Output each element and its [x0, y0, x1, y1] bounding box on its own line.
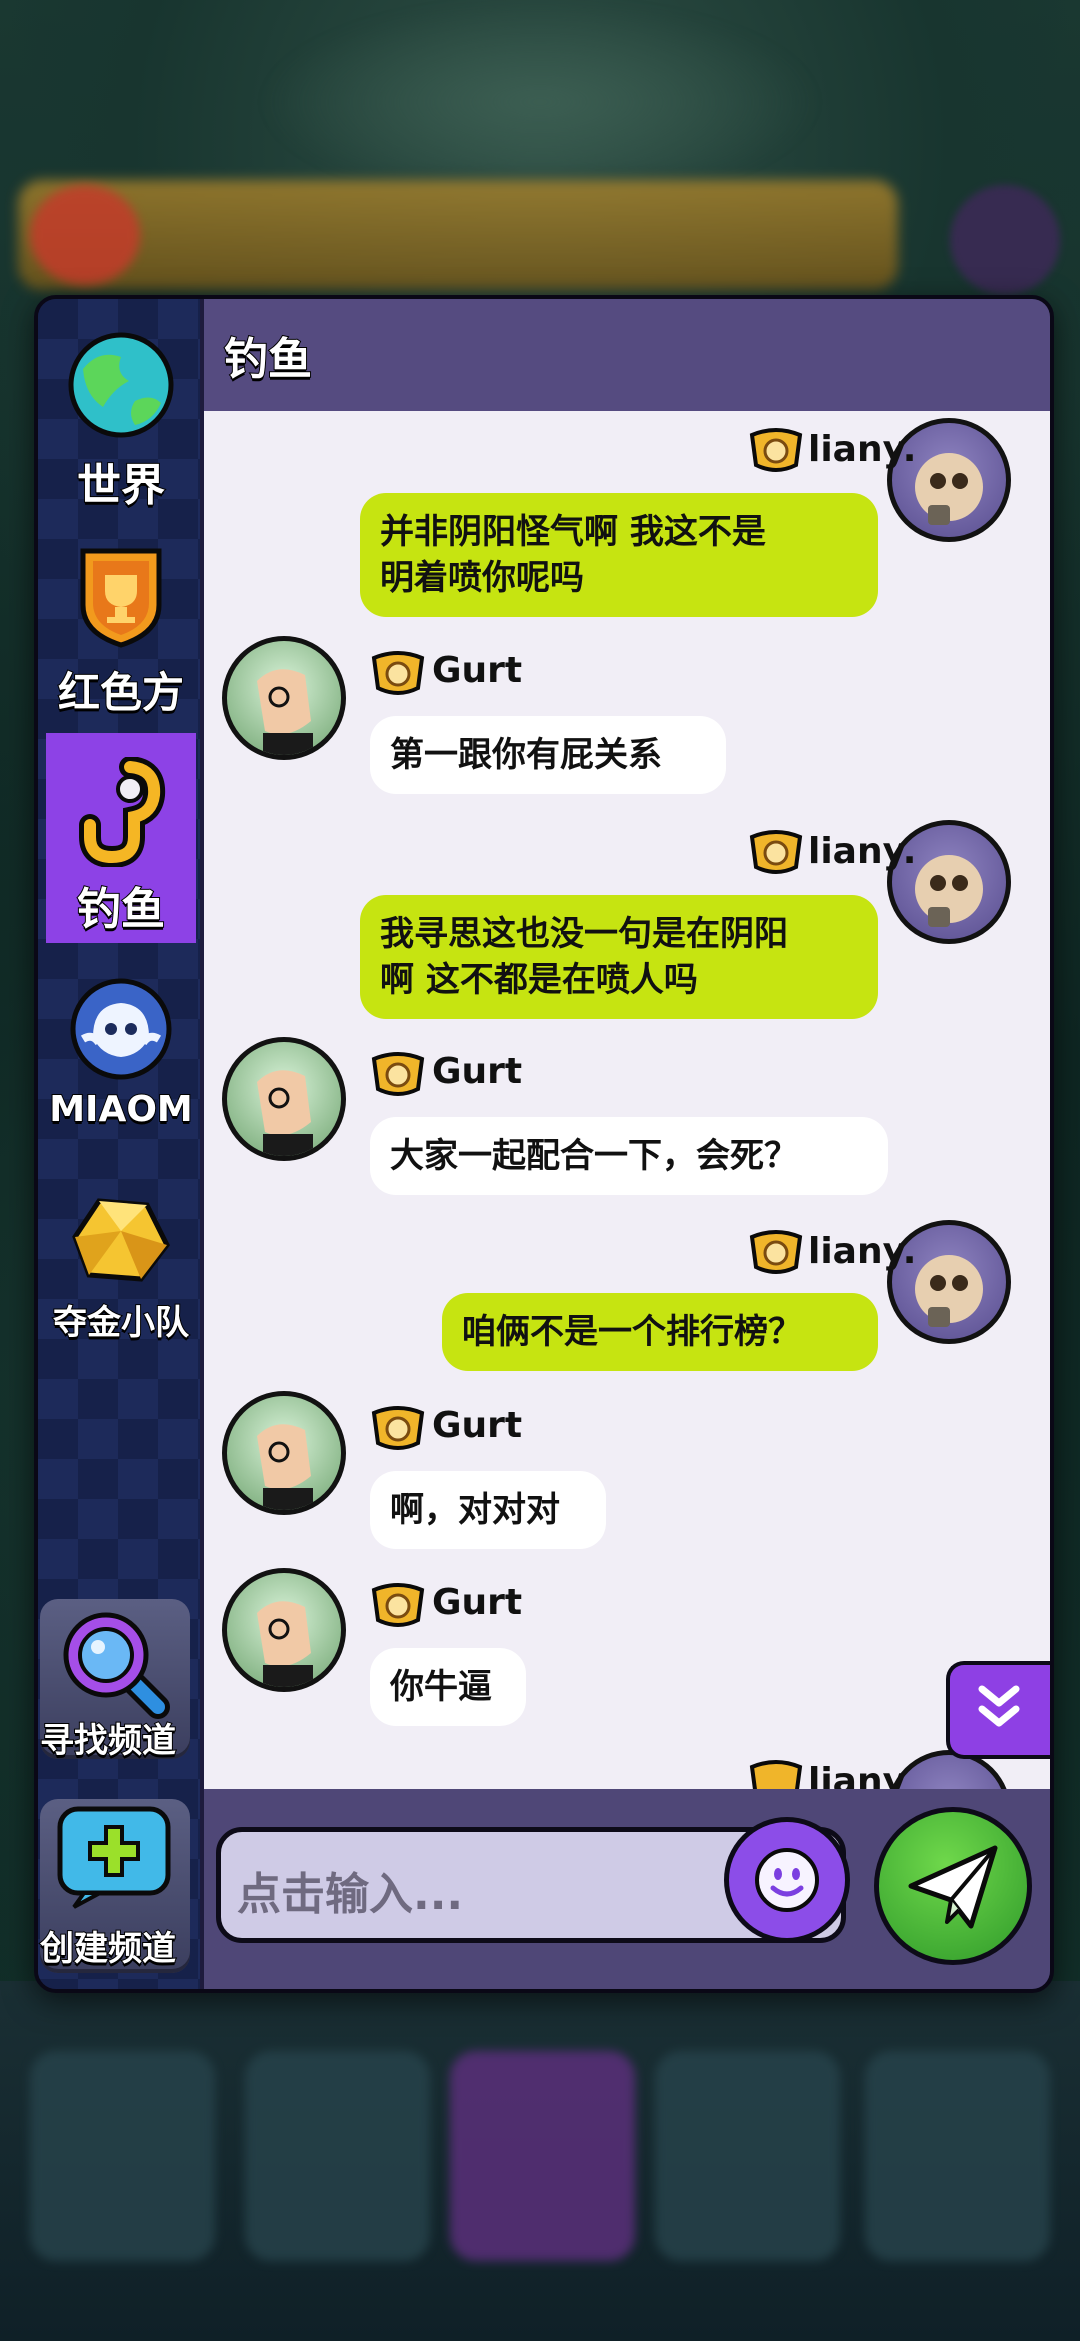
- fishing-hook-icon: [79, 757, 166, 867]
- find-channel-label: 寻找频道: [39, 1720, 177, 1762]
- trophy-shield-icon: [80, 548, 162, 648]
- sidebar-item-red-team[interactable]: 红色方: [46, 531, 196, 741]
- avatar-image: [257, 1601, 313, 1687]
- message-item: liany. 我寻思这也没一句是在阴阳 啊 这不都是在喷人吗: [204, 813, 1050, 1063]
- find-channel-button[interactable]: 寻找频道: [39, 1599, 190, 1762]
- message-bubble[interactable]: 你牛逼: [370, 1648, 526, 1726]
- chat-header: 钓鱼: [204, 299, 1050, 411]
- sender-name: liany.: [808, 831, 917, 872]
- avatar[interactable]: [222, 1391, 346, 1515]
- globe-icon: [68, 332, 174, 438]
- message-text: 啊，对对对: [390, 1490, 560, 1530]
- rank-badge-icon: [371, 1052, 425, 1096]
- message-bubble[interactable]: 并非阴阳怪气啊 我这不是 明着喷你呢吗: [360, 493, 878, 617]
- avatar-image: [257, 1424, 313, 1510]
- message-text: 你牛逼: [390, 1667, 492, 1707]
- avatar-image: [257, 669, 313, 755]
- rank-badge-icon: [749, 830, 803, 874]
- sidebar-item-gold-squad[interactable]: 夺金小队: [46, 1175, 196, 1385]
- sidebar-item-label: 钓鱼: [76, 883, 166, 936]
- background-tab: [450, 2051, 635, 2261]
- scroll-to-bottom-button[interactable]: [946, 1661, 1050, 1759]
- message-bubble[interactable]: 大家一起配合一下，会死？: [370, 1117, 888, 1195]
- create-channel-button[interactable]: 创建频道: [39, 1799, 190, 1973]
- message-item: liany. 咱俩不是一个排行榜？: [204, 1213, 1050, 1403]
- message-bubble[interactable]: 啊，对对对: [370, 1471, 606, 1549]
- message-text: 咱俩不是一个排行榜？: [462, 1312, 802, 1352]
- sidebar-item-label: MIAOM: [48, 1088, 194, 1131]
- sender-name: Gurt: [432, 1405, 523, 1446]
- sidebar-item-label: 红色方: [57, 667, 185, 718]
- background-tab: [655, 2051, 840, 2261]
- sidebar-item-fishing[interactable]: 钓鱼: [46, 733, 196, 943]
- message-text: 明着喷你呢吗: [380, 558, 584, 598]
- create-channel-label: 创建频道: [39, 1928, 177, 1970]
- double-chevron-down-icon: [978, 1685, 1020, 1727]
- message-text: 啊 这不都是在喷人吗: [380, 960, 698, 1000]
- message-item: liany. 并非阴阳怪气啊 我这不是 明着喷你呢吗: [204, 411, 1050, 661]
- message-text: 大家一起配合一下，会死？: [390, 1136, 798, 1176]
- avatar[interactable]: [222, 1037, 346, 1161]
- avatar[interactable]: [222, 1568, 346, 1692]
- sender-name: liany.: [808, 1231, 917, 1272]
- avatar[interactable]: [222, 636, 346, 760]
- message-item: Gurt 大家一起配合一下，会死？: [204, 1037, 1050, 1217]
- emoji-face-icon: [755, 1848, 819, 1912]
- sender-name: liany.: [808, 429, 917, 470]
- rank-badge-icon: [749, 428, 803, 472]
- sidebar-item-label: 世界: [76, 459, 166, 512]
- background-tab: [245, 2051, 430, 2261]
- message-item: Gurt 你牛逼: [204, 1568, 1050, 1748]
- ghost-avatar-icon: [70, 978, 172, 1080]
- rank-badge-icon: [371, 651, 425, 695]
- background-banner: [18, 180, 898, 290]
- rank-badge-icon: [371, 1406, 425, 1450]
- message-bubble[interactable]: 我寻思这也没一句是在阴阳 啊 这不都是在喷人吗: [360, 895, 878, 1019]
- message-item: liany: [204, 1743, 1050, 1789]
- background-tab: [865, 2051, 1050, 2261]
- avatar-image: [257, 1070, 313, 1156]
- channel-sidebar: 世界 红色方 钓鱼 MIAOM 夺金小队 寻找频道 创建频道: [38, 299, 200, 1989]
- message-bubble[interactable]: 咱俩不是一个排行榜？: [442, 1293, 878, 1371]
- background-orb: [950, 185, 1060, 295]
- input-placeholder: 点击输入...: [237, 1869, 464, 1920]
- rank-badge-icon: [749, 1760, 803, 1789]
- sender-name: Gurt: [432, 1051, 523, 1092]
- message-text: 我寻思这也没一句是在阴阳: [380, 914, 788, 954]
- send-button[interactable]: [874, 1807, 1032, 1965]
- background-scene: [260, 0, 820, 170]
- rank-badge-icon: [371, 1583, 425, 1627]
- gold-nugget-icon: [72, 1198, 170, 1282]
- input-bar: 点击输入...: [204, 1789, 1050, 1989]
- sidebar-item-world[interactable]: 世界: [46, 319, 196, 529]
- message-item: Gurt 啊，对对对: [204, 1391, 1050, 1571]
- background-level-badge: [30, 185, 140, 285]
- sidebar-item-miaom[interactable]: MIAOM: [46, 959, 196, 1169]
- sender-name: Gurt: [432, 1582, 523, 1623]
- message-bubble[interactable]: 第一跟你有屁关系: [370, 716, 726, 794]
- rank-badge-icon: [749, 1230, 803, 1274]
- sidebar-item-label: 夺金小队: [52, 1302, 190, 1344]
- magnifier-icon: [63, 1612, 170, 1719]
- add-channel-icon: [57, 1806, 171, 1909]
- background-tab: [30, 2051, 215, 2261]
- message-list[interactable]: liany. 并非阴阳怪气啊 我这不是 明着喷你呢吗 Gurt 第一跟你有屁关系…: [204, 411, 1050, 1789]
- sender-name: liany: [808, 1761, 907, 1789]
- message-text: 第一跟你有屁关系: [390, 735, 662, 775]
- sender-name: Gurt: [432, 650, 523, 691]
- page-title: 钓鱼: [223, 333, 313, 386]
- message-item: Gurt 第一跟你有屁关系: [204, 636, 1050, 816]
- paper-plane-icon: [908, 1845, 998, 1929]
- message-text: 并非阴阳怪气啊 我这不是: [380, 512, 766, 552]
- chat-panel: 世界 红色方 钓鱼 MIAOM 夺金小队 寻找频道 创建频道 钓鱼 liany.…: [34, 295, 1054, 1993]
- emoji-button[interactable]: [724, 1817, 850, 1943]
